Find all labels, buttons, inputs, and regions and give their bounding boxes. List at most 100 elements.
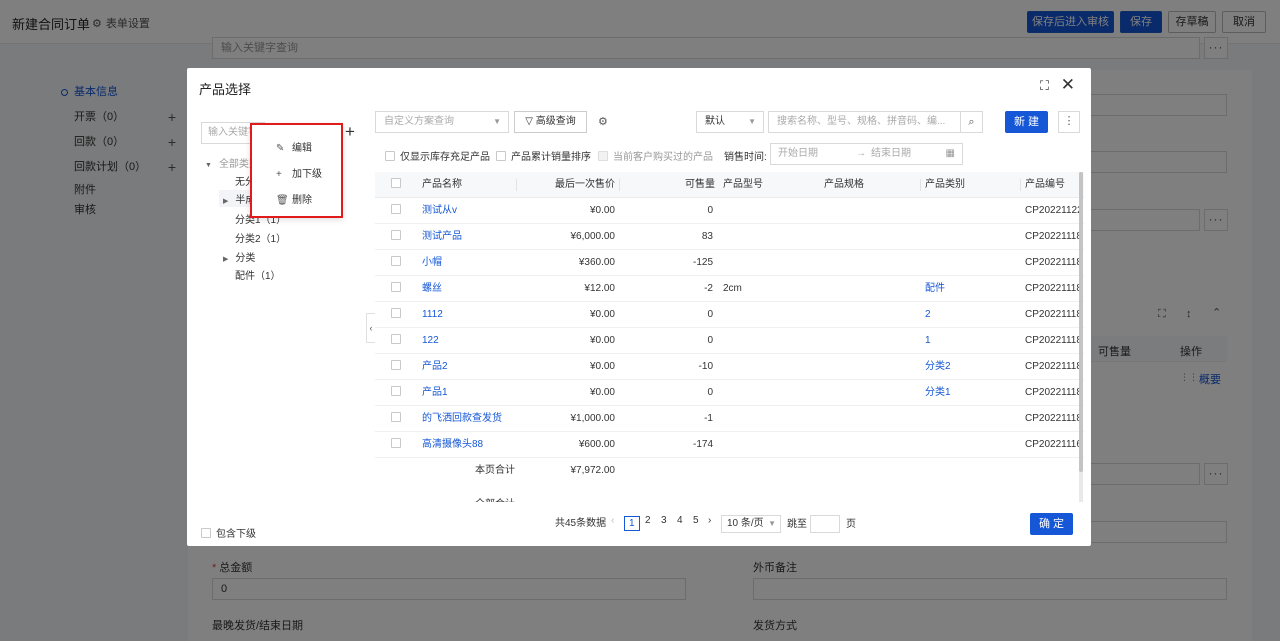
- product-name-link[interactable]: 小帽: [422, 250, 517, 276]
- tree-node-category2[interactable]: 分类2（1）: [235, 230, 286, 245]
- only-stock-checkbox[interactable]: 仅显示库存充足产品: [385, 148, 490, 163]
- table-row[interactable]: 高清摄像头88 ¥600.00 -174 CP20221116: [375, 432, 1084, 458]
- product-name-link[interactable]: 螺丝: [422, 276, 517, 302]
- jump-page-input[interactable]: [810, 515, 840, 533]
- table-scrollbar[interactable]: [1079, 172, 1083, 502]
- prev-page-icon[interactable]: ‹: [611, 515, 614, 526]
- start-date[interactable]: 开始日期: [778, 148, 818, 159]
- product-category[interactable]: 1: [925, 328, 931, 354]
- product-name-link[interactable]: 产品2: [422, 354, 517, 380]
- table-row[interactable]: 1112 ¥0.00 0 2 CP20221118: [375, 302, 1084, 328]
- row-checkbox[interactable]: [391, 224, 401, 250]
- col-category[interactable]: 产品类别: [925, 172, 965, 198]
- checkbox[interactable]: [496, 151, 506, 161]
- product-name-link[interactable]: 测试从v: [422, 198, 517, 224]
- column-divider[interactable]: [516, 179, 517, 191]
- add-category-icon[interactable]: +: [345, 122, 355, 142]
- product-code: CP20221118: [1025, 309, 1082, 320]
- product-search-input[interactable]: 搜索名称、型号、规格、拼音码、编...: [768, 111, 961, 133]
- sellable-qty: -174: [692, 439, 713, 450]
- product-code: CP20221118: [1025, 283, 1082, 294]
- last-price: ¥0.00: [589, 335, 615, 346]
- page-size-select[interactable]: 10 条/页 ▼: [721, 515, 781, 533]
- col-name[interactable]: 产品名称: [422, 172, 462, 198]
- column-divider[interactable]: [1020, 179, 1021, 191]
- caret-right-icon[interactable]: ▶: [223, 198, 228, 205]
- checkbox[interactable]: [385, 151, 395, 161]
- col-qty[interactable]: 可售量: [625, 172, 715, 198]
- column-divider[interactable]: [920, 179, 921, 191]
- page-3[interactable]: 3: [661, 515, 667, 526]
- next-page-icon[interactable]: ›: [708, 515, 711, 526]
- row-checkbox[interactable]: [391, 198, 401, 224]
- include-sub-checkbox[interactable]: 包含下级: [201, 525, 256, 540]
- advanced-search-button[interactable]: ▽ 高级查询: [514, 111, 587, 133]
- end-date[interactable]: 结束日期: [871, 144, 911, 164]
- product-name-link[interactable]: 测试产品: [422, 224, 517, 250]
- select-all-checkbox[interactable]: [391, 172, 401, 198]
- last-price: ¥360.00: [578, 257, 615, 268]
- row-checkbox[interactable]: [391, 432, 401, 458]
- search-icon[interactable]: ⌕: [961, 111, 983, 133]
- bought-by-customer-checkbox: 当前客户购买过的产品: [598, 148, 713, 163]
- page-5[interactable]: 5: [693, 515, 699, 526]
- scrollbar-thumb[interactable]: [1079, 172, 1083, 472]
- row-checkbox[interactable]: [391, 354, 401, 380]
- tree-node-category[interactable]: ▶ 分类: [223, 249, 255, 264]
- row-checkbox[interactable]: [391, 302, 401, 328]
- product-name-link[interactable]: 的飞洒回款查发货: [422, 406, 517, 432]
- close-icon[interactable]: ✕: [1061, 75, 1075, 95]
- col-spec[interactable]: 产品规格: [824, 172, 864, 198]
- table-row[interactable]: 的飞洒回款查发货 ¥1,000.00 -1 CP20221118: [375, 406, 1084, 432]
- row-checkbox[interactable]: [391, 328, 401, 354]
- new-product-button[interactable]: 新 建: [1005, 111, 1048, 133]
- sort-select[interactable]: 默认 ▼: [696, 111, 764, 133]
- confirm-button[interactable]: 确 定: [1030, 513, 1073, 535]
- product-table: 产品名称 最后一次售价 可售量 产品型号 产品规格 产品类别 产品编号 测试从v…: [375, 172, 1084, 502]
- col-model[interactable]: 产品型号: [723, 172, 763, 198]
- settings-icon[interactable]: ⚙: [598, 115, 608, 128]
- checkbox[interactable]: [201, 528, 211, 538]
- menu-item-add-child[interactable]: + 加下级: [276, 165, 322, 180]
- col-code[interactable]: 产品编号: [1025, 172, 1065, 198]
- product-category[interactable]: 分类2: [925, 354, 951, 380]
- calendar-icon[interactable]: ▦: [946, 144, 955, 164]
- page-4[interactable]: 4: [677, 515, 683, 526]
- table-row[interactable]: 螺丝 ¥12.00 -2 2cm 配件 CP20221118: [375, 276, 1084, 302]
- sellable-qty: 0: [707, 205, 713, 216]
- row-checkbox[interactable]: [391, 276, 401, 302]
- row-checkbox[interactable]: [391, 380, 401, 406]
- caret-right-icon[interactable]: ▶: [223, 256, 228, 263]
- table-row[interactable]: 测试从v ¥0.00 0 CP20221122: [375, 198, 1084, 224]
- col-last-price[interactable]: 最后一次售价: [525, 172, 615, 198]
- product-name-link[interactable]: 122: [422, 328, 517, 354]
- tree-context-menu: ✎ 编辑 + 加下级 🗑 删除: [250, 123, 343, 218]
- menu-item-delete[interactable]: 🗑 删除: [276, 191, 312, 206]
- tree-node-parts[interactable]: 配件（1）: [235, 267, 281, 282]
- product-name-link[interactable]: 高清摄像头88: [422, 432, 517, 458]
- product-category[interactable]: 配件: [925, 276, 945, 302]
- table-row[interactable]: 122 ¥0.00 0 1 CP20221118: [375, 328, 1084, 354]
- plus-icon: +: [276, 169, 282, 180]
- table-row[interactable]: 测试产品 ¥6,000.00 83 CP20221118: [375, 224, 1084, 250]
- page-2[interactable]: 2: [645, 515, 651, 526]
- more-vertical-icon[interactable]: ⋮: [1058, 111, 1080, 133]
- last-price: ¥12.00: [584, 283, 615, 294]
- table-row[interactable]: 产品2 ¥0.00 -10 分类2 CP20221118: [375, 354, 1084, 380]
- product-name-link[interactable]: 产品1: [422, 380, 517, 406]
- menu-item-edit[interactable]: ✎ 编辑: [276, 139, 312, 154]
- sales-sort-checkbox[interactable]: 产品累计销量排序: [496, 148, 591, 163]
- column-divider[interactable]: [619, 179, 620, 191]
- product-category[interactable]: 分类1: [925, 380, 951, 406]
- page-1[interactable]: 1: [624, 516, 640, 531]
- scheme-select[interactable]: 自定义方案查询 ▼: [375, 111, 509, 133]
- row-checkbox[interactable]: [391, 250, 401, 276]
- fullscreen-icon[interactable]: ⛶: [1040, 78, 1049, 94]
- table-row[interactable]: 产品1 ¥0.00 0 分类1 CP20221118: [375, 380, 1084, 406]
- caret-down-icon[interactable]: ▼: [205, 162, 212, 169]
- row-checkbox[interactable]: [391, 406, 401, 432]
- sale-date-range[interactable]: 开始日期 → 结束日期 ▦: [770, 143, 963, 165]
- table-row[interactable]: 小帽 ¥360.00 -125 CP20221118: [375, 250, 1084, 276]
- product-name-link[interactable]: 1112: [422, 302, 517, 328]
- product-category[interactable]: 2: [925, 302, 931, 328]
